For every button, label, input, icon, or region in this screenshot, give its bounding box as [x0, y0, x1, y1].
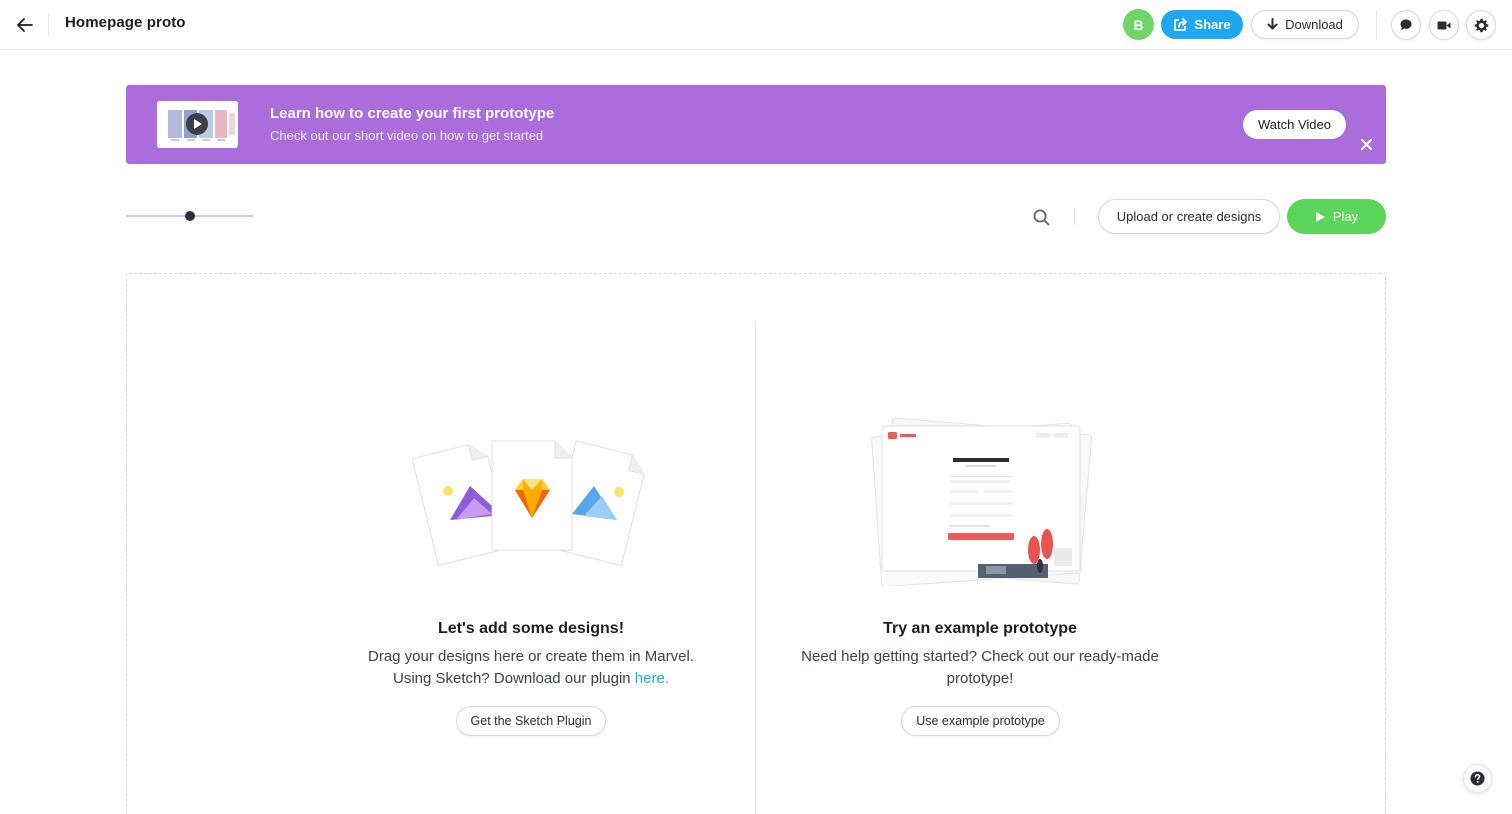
- download-label: Download: [1285, 17, 1343, 32]
- banner-subtitle: Check out our short video on how to get …: [270, 128, 544, 143]
- onboarding-banner: Learn how to create your first prototype…: [126, 85, 1386, 164]
- share-button[interactable]: Share: [1161, 10, 1243, 39]
- play-label: Play: [1332, 209, 1359, 224]
- add-designs-line2: Using Sketch? Download our plugin here.: [311, 668, 751, 690]
- toolbar-divider: [1074, 208, 1075, 225]
- header-divider-right: [1376, 10, 1377, 40]
- top-bar: Homepage proto B Share Download: [0, 0, 1512, 50]
- share-icon: [1174, 17, 1188, 31]
- settings-button[interactable]: [1466, 10, 1496, 40]
- example-prototype-illustration: [871, 417, 1093, 586]
- video-camera-icon: [1437, 21, 1451, 29]
- search-icon: [1033, 209, 1049, 225]
- add-designs-title: Let's add some designs!: [437, 620, 625, 637]
- question-mark-icon: [1470, 771, 1485, 786]
- video-thumbnail-image: [157, 101, 238, 148]
- download-icon: [1267, 18, 1278, 30]
- zoom-slider[interactable]: [126, 207, 253, 225]
- comments-button[interactable]: [1391, 10, 1421, 40]
- close-icon: [1360, 138, 1372, 150]
- help-button[interactable]: [1463, 764, 1492, 793]
- add-designs-text: Drag your designs here or create them in…: [311, 646, 751, 690]
- get-sketch-plugin-button[interactable]: Get the Sketch Plugin: [456, 706, 606, 736]
- banner-title: Learn how to create your first prototype: [270, 105, 555, 122]
- watch-video-button[interactable]: Watch Video: [1243, 110, 1346, 139]
- user-avatar[interactable]: B: [1123, 9, 1154, 40]
- use-example-prototype-button[interactable]: Use example prototype: [901, 706, 1060, 736]
- sketch-plugin-link[interactable]: here.: [635, 670, 669, 687]
- play-icon: [1315, 211, 1325, 222]
- share-label: Share: [1194, 17, 1231, 32]
- video-thumbnail[interactable]: [157, 101, 238, 148]
- search-button[interactable]: [1030, 206, 1052, 228]
- designs-illustration: [412, 440, 645, 566]
- play-button[interactable]: Play: [1287, 199, 1386, 234]
- back-button[interactable]: [12, 12, 38, 38]
- gear-icon: [1474, 18, 1488, 32]
- record-video-button[interactable]: [1429, 10, 1459, 40]
- comment-icon: [1400, 19, 1412, 31]
- example-prototype-title: Try an example prototype: [883, 620, 1077, 637]
- close-banner-button[interactable]: [1358, 136, 1374, 152]
- design-drop-zone[interactable]: [126, 273, 1386, 814]
- upload-or-create-button[interactable]: Upload or create designs: [1098, 199, 1280, 234]
- zoom-slider-thumb[interactable]: [184, 211, 195, 221]
- arrow-left-icon: [17, 18, 33, 32]
- download-button[interactable]: Download: [1251, 10, 1359, 39]
- add-designs-line1: Drag your designs here or create them in…: [368, 648, 694, 665]
- empty-state-divider: [755, 321, 756, 814]
- add-designs-line2-prefix: Using Sketch? Download our plugin: [392, 670, 635, 687]
- project-title: Homepage proto: [65, 14, 186, 31]
- header-divider: [48, 14, 49, 36]
- example-prototype-text: Need help getting started? Check out our…: [801, 648, 1159, 687]
